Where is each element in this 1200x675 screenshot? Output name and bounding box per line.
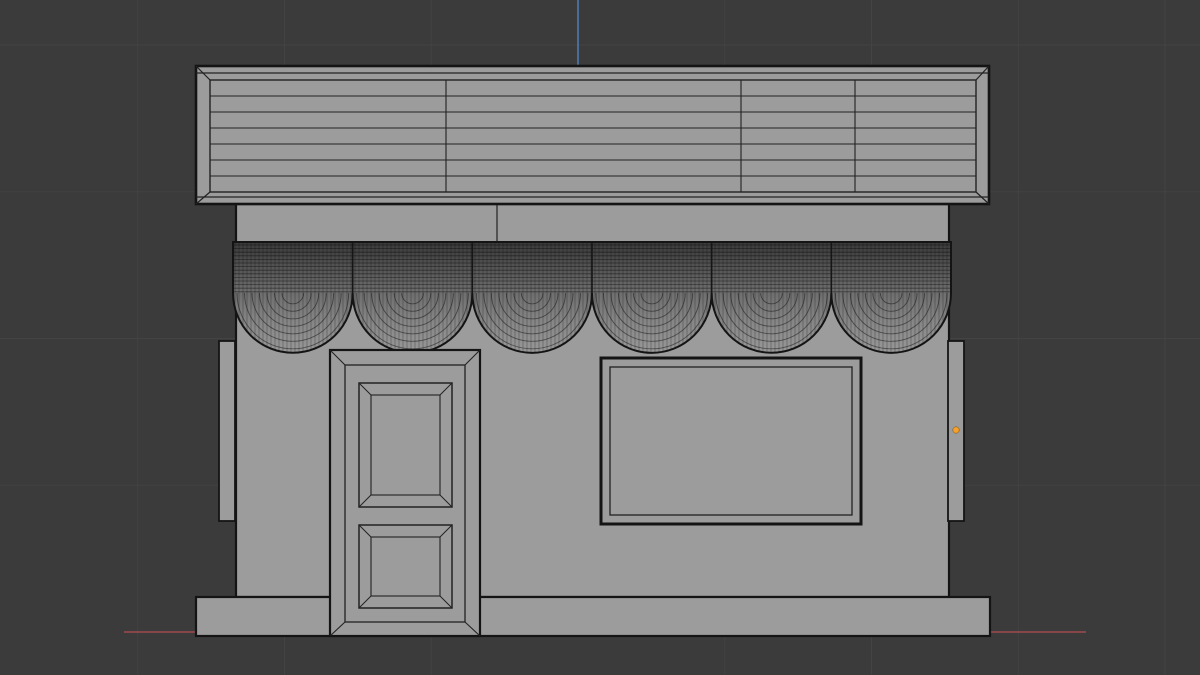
origin-dot bbox=[953, 427, 959, 433]
base-plinth[interactable] bbox=[196, 597, 990, 636]
viewport-canvas[interactable] bbox=[0, 0, 1200, 675]
blender-viewport bbox=[0, 0, 1200, 675]
door[interactable] bbox=[330, 350, 480, 636]
storefront-model[interactable] bbox=[196, 66, 990, 636]
shop-window[interactable] bbox=[601, 358, 861, 524]
left-pilaster[interactable] bbox=[219, 341, 235, 521]
sign-board[interactable] bbox=[196, 66, 989, 204]
